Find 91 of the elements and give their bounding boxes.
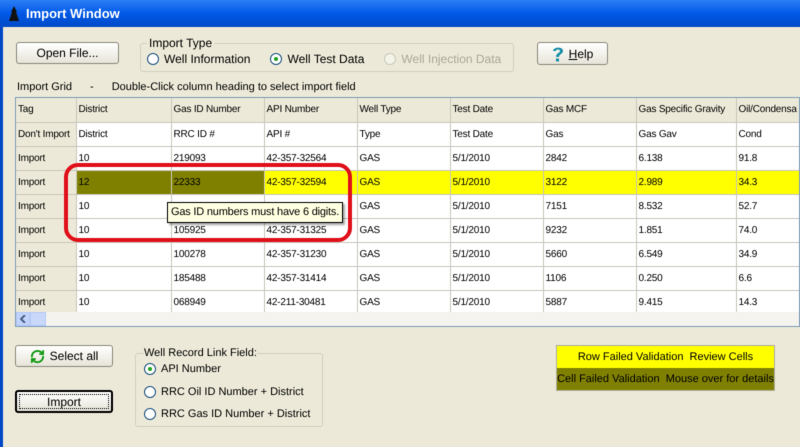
radio-button[interactable] <box>270 53 282 65</box>
table-cell: 10 <box>76 266 171 290</box>
table-cell: GAS <box>357 170 450 194</box>
mapping-cell: Gas Gav <box>636 122 736 146</box>
radio-label: Well Test Data <box>287 51 364 68</box>
tag-cell: Import <box>16 170 76 194</box>
open-file-button[interactable]: Open File... <box>16 42 119 64</box>
column-header[interactable]: Gas ID Number <box>171 98 264 122</box>
legend-item: Cell Failed Validation Mouse over for details <box>557 368 774 390</box>
column-header[interactable]: Gas MCF <box>543 98 636 122</box>
table-cell: 5/1/2010 <box>450 242 543 266</box>
tooltip: Gas ID numbers must have 6 digits. <box>167 202 344 222</box>
table-cell: 185488 <box>171 266 264 290</box>
import-button[interactable]: Import <box>15 390 113 413</box>
scroll-left-button[interactable] <box>16 312 30 326</box>
mapping-cell: Gas <box>543 122 636 146</box>
scrollbar-thumb[interactable] <box>30 312 46 326</box>
radio-label: RRC Oil ID Number + District <box>161 384 304 400</box>
table-cell: 10 <box>76 242 171 266</box>
table-cell: GAS <box>357 194 450 218</box>
table-cell: 6.6 <box>736 266 799 290</box>
app-icon <box>8 6 20 22</box>
table-cell: 34.3 <box>736 170 799 194</box>
table-cell: 34.9 <box>736 242 799 266</box>
question-icon <box>552 46 564 62</box>
select-all-button[interactable]: Select all <box>15 345 113 367</box>
table-cell: 42-357-32594 <box>264 170 357 194</box>
table-cell: 74.0 <box>736 218 799 242</box>
tag-cell: Import <box>16 146 76 170</box>
group-label: Well Record Link Field: <box>144 347 257 359</box>
tag-cell: Import <box>16 242 76 266</box>
tag-cell: Import <box>16 266 76 290</box>
table-cell: 100278 <box>171 242 264 266</box>
table-cell: 0.250 <box>636 266 736 290</box>
table-cell: 5/1/2010 <box>450 218 543 242</box>
radio-label: API Number <box>161 362 221 377</box>
table-cell: 2.989 <box>636 170 736 194</box>
mapping-cell: Test Date <box>450 122 543 146</box>
table-cell: 42-357-31414 <box>264 266 357 290</box>
mapping-cell: District <box>76 122 171 146</box>
window-title: Import Window <box>26 4 120 23</box>
column-header[interactable]: Well Type <box>357 98 450 122</box>
tag-cell: Don't Import <box>16 122 76 146</box>
radio-label: RRC Gas ID Number + District <box>161 407 310 422</box>
radio-button[interactable] <box>144 408 156 420</box>
table-cell: 5/1/2010 <box>450 170 543 194</box>
column-header[interactable]: Oil/Condensa <box>736 98 799 122</box>
table-cell: 9232 <box>543 218 636 242</box>
table-cell: 5660 <box>543 242 636 266</box>
legend-item: Row Failed Validation Review Cells <box>557 346 774 368</box>
help-button[interactable]: Help <box>537 42 608 65</box>
column-header[interactable]: District <box>76 98 171 122</box>
group-label: Import Type <box>148 37 214 49</box>
table-cell: 7151 <box>543 194 636 218</box>
refresh-icon <box>30 348 45 364</box>
table-cell: 8.532 <box>636 194 736 218</box>
table-cell: 12 <box>76 170 171 194</box>
table-cell: 6.138 <box>636 146 736 170</box>
horizontal-scrollbar[interactable] <box>16 312 799 326</box>
table-cell: 22333 <box>171 170 264 194</box>
column-header[interactable]: API Number <box>264 98 357 122</box>
grid-hint: Double-Click column heading to select import field <box>112 80 356 95</box>
radio-button[interactable] <box>147 53 159 65</box>
table-cell: 2842 <box>543 146 636 170</box>
table-cell: GAS <box>357 146 450 170</box>
column-header[interactable]: Gas Specific Gravity <box>636 98 736 122</box>
table-cell: 91.8 <box>736 146 799 170</box>
table-cell: 42-357-31230 <box>264 242 357 266</box>
radio-label: Well Injection Data <box>401 51 502 68</box>
mapping-cell: Type <box>357 122 450 146</box>
table-cell: 5/1/2010 <box>450 146 543 170</box>
mapping-cell: RRC ID # <box>171 122 264 146</box>
table-cell: GAS <box>357 218 450 242</box>
grid-caption: Import Grid <box>17 80 72 95</box>
table-cell: GAS <box>357 266 450 290</box>
caption-separator: - <box>90 80 94 95</box>
mapping-cell: Cond <box>736 122 799 146</box>
table-cell: 1106 <box>543 266 636 290</box>
table-cell: GAS <box>357 242 450 266</box>
table-cell: 5/1/2010 <box>450 194 543 218</box>
mapping-cell: API # <box>264 122 357 146</box>
table-cell: 52.7 <box>736 194 799 218</box>
table-cell: 5/1/2010 <box>450 266 543 290</box>
table-cell: 1.851 <box>636 218 736 242</box>
column-header[interactable]: Test Date <box>450 98 543 122</box>
radio-label: Well Information <box>164 51 250 68</box>
radio-button[interactable] <box>144 363 156 376</box>
radio-button[interactable] <box>144 386 156 398</box>
column-header[interactable]: Tag <box>16 98 76 122</box>
table-cell: 3122 <box>543 170 636 194</box>
table-cell: 6.549 <box>636 242 736 266</box>
